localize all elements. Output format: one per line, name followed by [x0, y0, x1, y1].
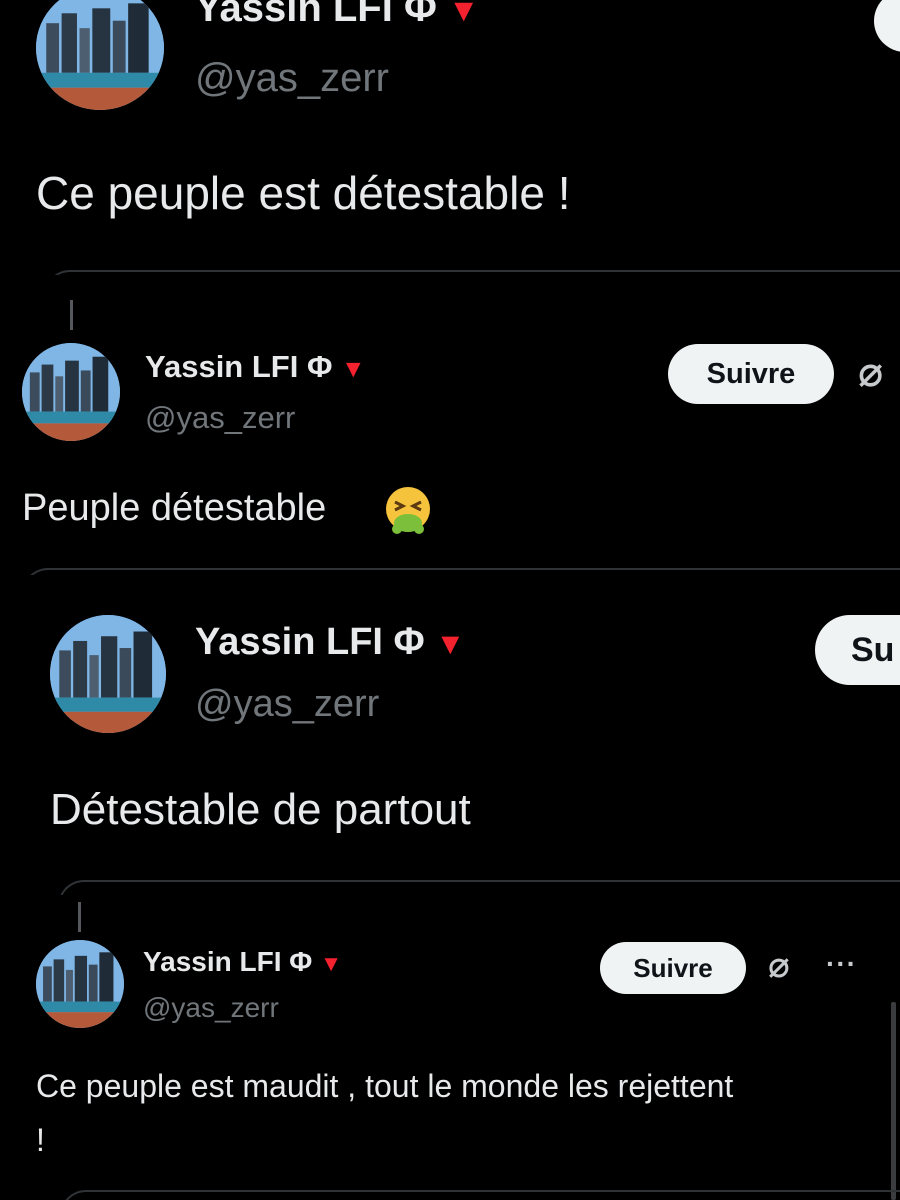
avatar-cityscape-image	[50, 615, 166, 733]
handle[interactable]: @yas_zerr	[195, 683, 379, 726]
handle[interactable]: @yas_zerr	[145, 400, 295, 436]
post-text: Peuple détestable	[22, 487, 327, 529]
stitched-screenshot: Yassin LFI Φ ▼ @yas_zerr Ce peuple est d…	[0, 0, 900, 1200]
thread-connector	[70, 300, 73, 330]
display-name[interactable]: Yassin LFI Φ ▼	[145, 349, 366, 385]
avatar[interactable]	[36, 0, 164, 110]
display-name[interactable]: Yassin LFI Φ ▼	[195, 0, 480, 31]
thread-connector	[78, 902, 81, 932]
post-3[interactable]: Yassin LFI Φ ▼ @yas_zerr Su Détestable d…	[0, 575, 900, 895]
post-text-line-1: Ce peuple est maudit , tout le monde les…	[36, 1068, 734, 1104]
avatar-cityscape-image	[36, 0, 164, 110]
display-name[interactable]: Yassin LFI Φ ▼	[143, 946, 342, 978]
follow-button[interactable]: Suivre	[668, 344, 834, 404]
face-vomiting-emoji	[386, 487, 430, 534]
quoted-post-border	[60, 1190, 900, 1200]
post-2[interactable]: Yassin LFI Φ ▼ @yas_zerr Suivre ⌀ Peuple…	[0, 275, 900, 575]
follow-button[interactable]	[874, 0, 900, 52]
scrollbar[interactable]	[891, 1002, 896, 1200]
quoted-post-border	[22, 568, 900, 575]
grok-icon[interactable]: ⌀	[768, 944, 790, 986]
red-triangle-icon: ▼	[447, 0, 480, 28]
red-triangle-icon: ▼	[435, 627, 466, 661]
red-triangle-icon: ▼	[320, 951, 343, 976]
grok-icon[interactable]: ⌀	[858, 347, 883, 396]
follow-button[interactable]: Su	[815, 615, 900, 685]
avatar[interactable]	[50, 615, 166, 733]
post-4[interactable]: Yassin LFI Φ ▼ @yas_zerr Suivre ⌀ ··· Ce…	[0, 900, 900, 1200]
post-text: Ce peuple est détestable !	[36, 167, 571, 219]
avatar-cityscape-image	[22, 343, 120, 441]
more-options-icon[interactable]: ···	[826, 948, 857, 980]
handle[interactable]: @yas_zerr	[195, 56, 389, 101]
display-name[interactable]: Yassin LFI Φ ▼	[195, 621, 465, 664]
avatar[interactable]	[36, 940, 124, 1028]
red-triangle-icon: ▼	[341, 356, 366, 383]
follow-button[interactable]: Suivre	[600, 942, 746, 994]
avatar[interactable]	[22, 343, 120, 441]
avatar-cityscape-image	[36, 940, 124, 1028]
post-text-line-2: !	[36, 1122, 45, 1158]
post-1[interactable]: Yassin LFI Φ ▼ @yas_zerr Ce peuple est d…	[0, 0, 900, 275]
quoted-post-border	[58, 880, 900, 895]
post-text: Détestable de partout	[50, 785, 471, 834]
handle[interactable]: @yas_zerr	[143, 992, 279, 1024]
